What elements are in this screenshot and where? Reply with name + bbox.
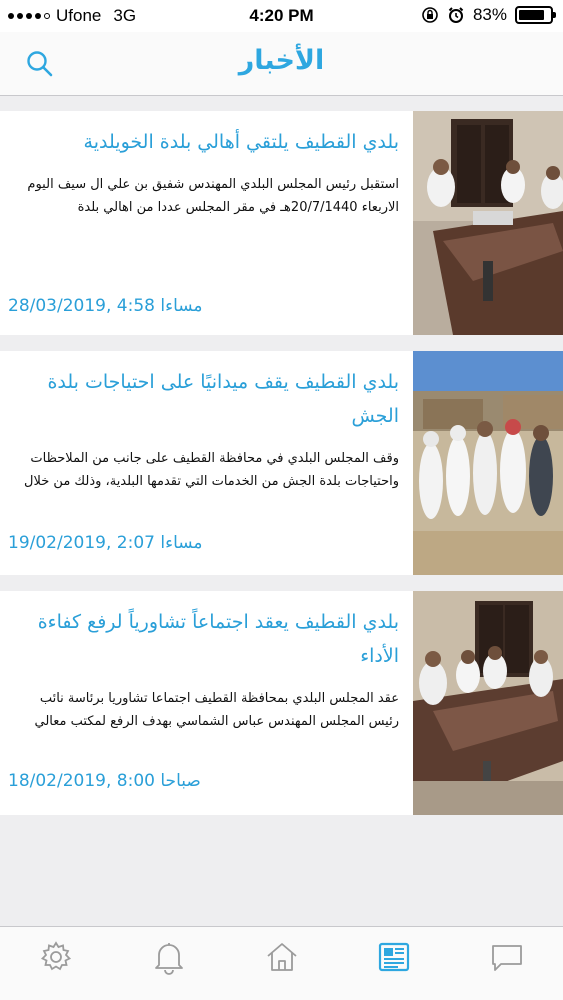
meeting-photo: [413, 591, 563, 815]
bell-icon[interactable]: [149, 937, 189, 977]
news-body: بلدي القطيف يعقد اجتماعاً تشاورياً لرفع …: [0, 591, 413, 815]
tab-bar: [0, 926, 563, 1000]
field-visit-photo: [413, 351, 563, 575]
gear-icon[interactable]: [36, 937, 76, 977]
page-title: الأخبار: [238, 45, 325, 76]
news-date: 19/02/2019, 2:07 مساءا: [8, 533, 203, 553]
news-card[interactable]: بلدي القطيف يقف ميدانيًا على احتياجات بل…: [0, 351, 563, 575]
news-body: بلدي القطيف يلتقي أهالي بلدة الخويلدية ا…: [0, 111, 413, 335]
battery-percent: 83%: [472, 5, 507, 24]
news-icon[interactable]: [374, 937, 414, 977]
news-title[interactable]: بلدي القطيف يلتقي أهالي بلدة الخويلدية: [8, 125, 399, 159]
news-date: 28/03/2019, 4:58 مساءا: [8, 296, 203, 316]
chat-icon[interactable]: [487, 937, 527, 977]
news-image[interactable]: [413, 591, 563, 815]
home-icon[interactable]: [262, 937, 302, 977]
battery-icon: [515, 6, 556, 24]
news-card[interactable]: بلدي القطيف يلتقي أهالي بلدة الخويلدية ا…: [0, 111, 563, 335]
status-indicators: 83%: [421, 5, 556, 25]
news-body: بلدي القطيف يقف ميدانيًا على احتياجات بل…: [0, 351, 413, 575]
news-title[interactable]: بلدي القطيف يعقد اجتماعاً تشاورياً لرفع …: [8, 605, 399, 673]
news-card[interactable]: بلدي القطيف يعقد اجتماعاً تشاورياً لرفع …: [0, 591, 563, 815]
news-summary: استقبل رئيس المجلس البلدي المهندس شفيق ب…: [27, 177, 399, 215]
news-image[interactable]: [413, 111, 563, 335]
battery-level: [519, 10, 544, 20]
news-summary: عقد المجلس البلدي بمحافظة القطيف اجتماعا…: [34, 691, 399, 729]
news-summary: وقف المجلس البلدي في محافظة القطيف على ج…: [24, 451, 399, 489]
status-bar: Ufone 3G 4:20 PM 83%: [0, 0, 563, 32]
meeting-photo: [413, 111, 563, 335]
news-date: 18/02/2019, 8:00 صباحا: [8, 771, 201, 791]
news-image[interactable]: [413, 351, 563, 575]
alarm-icon: [448, 7, 464, 23]
nav-bar: الأخبار: [0, 32, 563, 96]
orientation-lock-icon: [422, 7, 438, 23]
news-title[interactable]: بلدي القطيف يقف ميدانيًا على احتياجات بل…: [8, 365, 399, 433]
